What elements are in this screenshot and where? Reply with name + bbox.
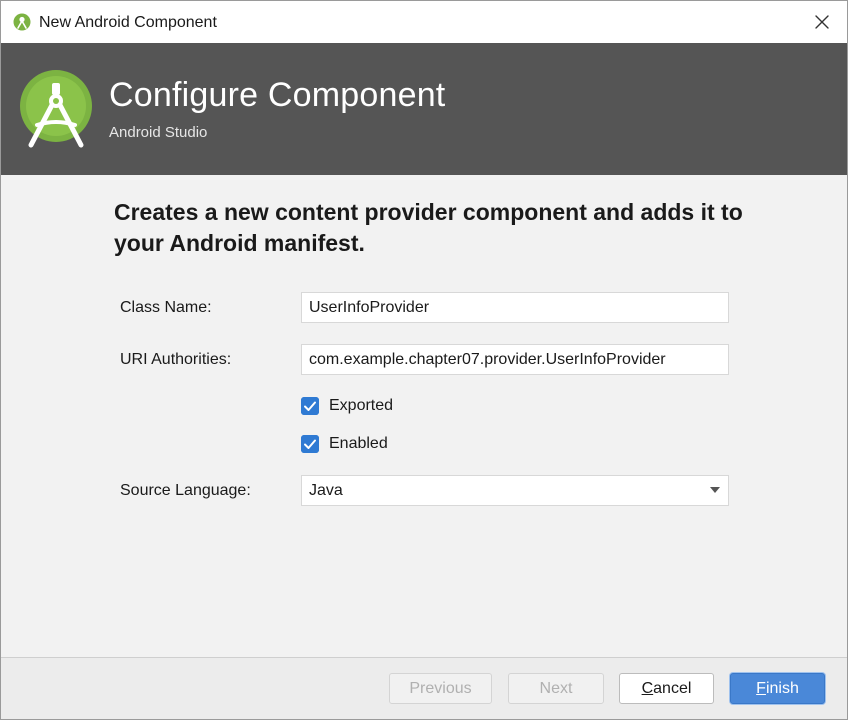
- cancel-mnemonic: C: [641, 680, 654, 697]
- class-name-label: Class Name:: [120, 299, 212, 316]
- header-title: Configure Component: [109, 76, 446, 114]
- cancel-button[interactable]: Cancel: [619, 673, 714, 704]
- next-button-label: Next: [539, 680, 573, 697]
- exported-checkbox[interactable]: [301, 397, 319, 415]
- finish-button-label: inish: [765, 680, 799, 697]
- class-name-input[interactable]: UserInfoProvider: [301, 292, 729, 323]
- source-language-select[interactable]: Java: [301, 475, 729, 506]
- new-android-component-dialog: New Android Component Configure Componen…: [0, 0, 848, 720]
- next-button[interactable]: Next: [508, 673, 604, 704]
- finish-mnemonic: F: [756, 680, 766, 697]
- chevron-down-icon: [710, 487, 720, 493]
- header-banner: Configure Component Android Studio: [1, 43, 847, 175]
- finish-button[interactable]: Finish: [730, 673, 825, 704]
- header-subtitle: Android Studio: [109, 124, 208, 141]
- android-studio-logo: [20, 70, 92, 148]
- source-language-label: Source Language:: [120, 482, 251, 499]
- window-title: New Android Component: [39, 14, 217, 31]
- uri-authorities-input[interactable]: com.example.chapter07.provider.UserInfoP…: [301, 344, 729, 375]
- previous-button-label: Previous: [409, 680, 472, 697]
- source-language-value: Java: [309, 482, 343, 499]
- page-description: Creates a new content provider component…: [114, 199, 743, 256]
- enabled-label: Enabled: [329, 435, 388, 452]
- enabled-checkbox[interactable]: [301, 435, 319, 453]
- cancel-button-label: ancel: [653, 680, 692, 697]
- exported-label: Exported: [329, 397, 394, 414]
- uri-authorities-label: URI Authorities:: [120, 351, 232, 368]
- android-studio-icon: [13, 13, 31, 31]
- previous-button[interactable]: Previous: [389, 673, 492, 704]
- close-icon[interactable]: [809, 9, 835, 35]
- title-bar: New Android Component: [1, 1, 847, 43]
